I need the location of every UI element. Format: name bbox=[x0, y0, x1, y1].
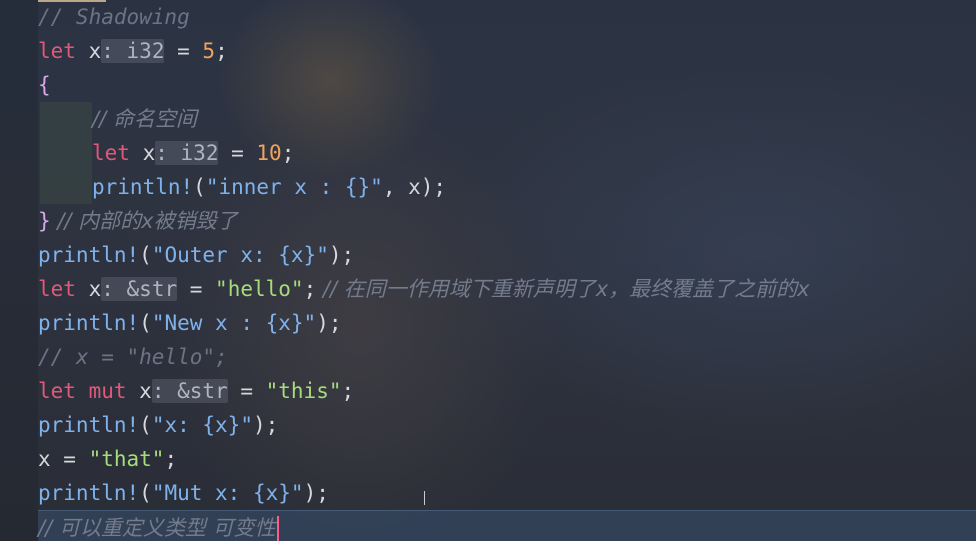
operator: = bbox=[164, 39, 203, 63]
code-line[interactable]: // Shadowing bbox=[38, 0, 976, 34]
code-line[interactable]: x = "that"; bbox=[38, 442, 976, 476]
macro: println! bbox=[92, 175, 194, 199]
string: "x: bbox=[151, 413, 203, 437]
keyword: let bbox=[38, 39, 76, 63]
text-cursor bbox=[276, 516, 279, 541]
operator: = bbox=[177, 277, 216, 301]
macro: println! bbox=[38, 311, 140, 335]
paren: ( bbox=[139, 413, 152, 437]
semicolon: ; bbox=[303, 277, 317, 301]
semicolon: ; bbox=[215, 39, 228, 63]
paren: ( bbox=[139, 311, 152, 335]
code-line[interactable]: { bbox=[38, 68, 976, 102]
keyword: let bbox=[38, 277, 76, 301]
paren: ( bbox=[139, 481, 152, 505]
code-line[interactable]: let x: &str = "hello"; // 在同一作用域下重新声明了x，… bbox=[38, 272, 976, 306]
type-hint: : i32 bbox=[155, 141, 219, 165]
comment: // 内部的x被销毁了 bbox=[50, 209, 238, 233]
code-line[interactable]: // x = "hello"; bbox=[38, 340, 976, 374]
open-brace: { bbox=[38, 73, 51, 97]
format-placeholder: {x} bbox=[278, 243, 317, 267]
comment: // 命名空间 bbox=[92, 107, 197, 131]
keyword: let mut bbox=[38, 379, 127, 403]
arguments: , x bbox=[382, 175, 421, 199]
number: 5 bbox=[202, 39, 216, 63]
code-line[interactable]: println!("x: {x}"); bbox=[38, 408, 976, 442]
keyword: let bbox=[92, 141, 130, 165]
string: " bbox=[303, 311, 317, 335]
comment: // 在同一作用域下重新声明了x，最终覆盖了之前的x bbox=[316, 277, 810, 301]
macro: println! bbox=[38, 243, 140, 267]
variable: x bbox=[139, 379, 152, 403]
paren: ( bbox=[139, 243, 152, 267]
variable: x bbox=[142, 141, 156, 165]
close-brace: } bbox=[38, 209, 51, 233]
semicolon: ; bbox=[164, 447, 178, 471]
operator: = bbox=[227, 379, 266, 403]
comment: // 可以重定义类型 可变性 bbox=[38, 516, 276, 540]
string: " bbox=[316, 243, 329, 267]
paren: ); bbox=[252, 413, 279, 437]
format-placeholder: {x} bbox=[265, 311, 304, 335]
code-line[interactable]: } // 内部的x被销毁了 bbox=[38, 204, 976, 238]
macro: println! bbox=[38, 413, 140, 437]
variable: x bbox=[88, 277, 102, 301]
code-line[interactable]: println!("New x : {x}"); bbox=[38, 306, 976, 340]
current-code-line[interactable]: // 可以重定义类型 可变性 bbox=[38, 510, 976, 541]
paren: ); bbox=[316, 311, 342, 335]
type-hint: : &str bbox=[151, 379, 228, 403]
string: "this" bbox=[265, 379, 342, 403]
string: "inner x : {}" bbox=[205, 175, 383, 199]
string: "Outer x: bbox=[151, 243, 279, 267]
ibeam-cursor-icon bbox=[424, 491, 432, 505]
string: "that" bbox=[88, 447, 165, 471]
string: "Mut x: bbox=[151, 481, 253, 505]
code-editor[interactable]: // Shadowing let x: i32 = 5; { // 命名空间 l… bbox=[0, 0, 976, 541]
variable: x bbox=[38, 447, 51, 471]
string: " bbox=[290, 481, 304, 505]
code-line[interactable]: // 命名空间 bbox=[38, 102, 976, 136]
number: 10 bbox=[256, 141, 282, 165]
string: "hello" bbox=[215, 277, 304, 301]
format-placeholder: {x} bbox=[252, 481, 291, 505]
paren: ); bbox=[303, 481, 329, 505]
code-line[interactable]: println!("inner x : {}", x); bbox=[38, 170, 976, 204]
code-line[interactable]: let x: i32 = 5; bbox=[38, 34, 976, 68]
operator: = bbox=[50, 447, 89, 471]
operator: = bbox=[218, 141, 257, 165]
semicolon: ; bbox=[281, 141, 295, 165]
code-line[interactable]: let x: i32 = 10; bbox=[38, 136, 976, 170]
semicolon: ; bbox=[341, 379, 355, 403]
code-line[interactable]: let mut x: &str = "this"; bbox=[38, 374, 976, 408]
paren: ); bbox=[328, 243, 355, 267]
paren: ( bbox=[193, 175, 206, 199]
comment: // x = "hello"; bbox=[38, 345, 228, 369]
type-hint: : &str bbox=[101, 277, 178, 301]
string: " bbox=[240, 413, 253, 437]
type-hint: : i32 bbox=[101, 39, 165, 63]
editor-gutter bbox=[0, 0, 38, 541]
format-placeholder: {x} bbox=[202, 413, 241, 437]
paren: ); bbox=[420, 175, 447, 199]
code-line[interactable]: println!("Mut x: {x}"); bbox=[38, 476, 976, 510]
code-line[interactable]: println!("Outer x: {x}"); bbox=[38, 238, 976, 272]
code-area[interactable]: // Shadowing let x: i32 = 5; { // 命名空间 l… bbox=[38, 0, 976, 541]
variable: x bbox=[88, 39, 102, 63]
macro: println! bbox=[38, 481, 140, 505]
string: "New x : bbox=[151, 311, 266, 335]
comment: // Shadowing bbox=[38, 5, 190, 29]
